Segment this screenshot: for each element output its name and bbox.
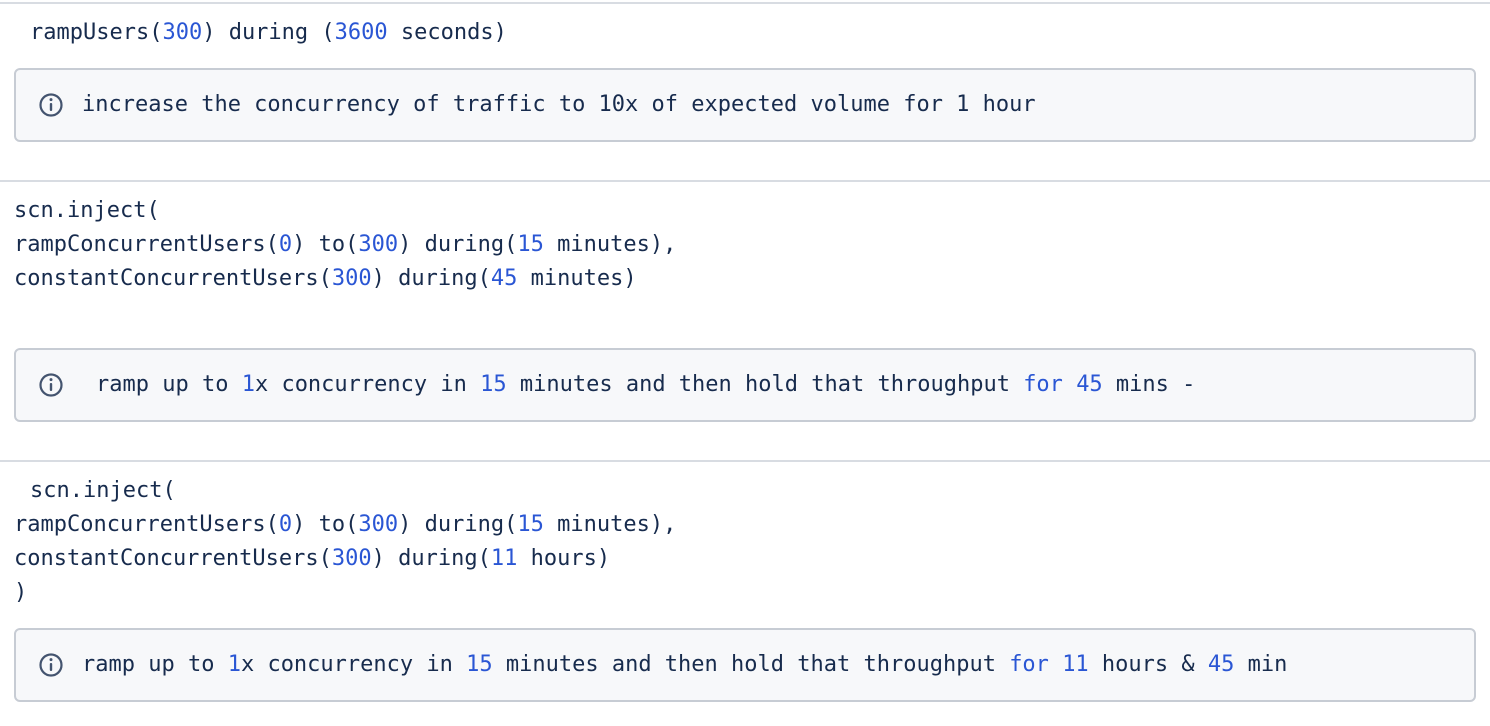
code-number: 15 [480, 372, 507, 397]
info-circle-icon [39, 653, 63, 677]
code-text: ramp up to [82, 652, 228, 677]
info-circle-icon [39, 93, 63, 117]
code-number: 300 [331, 546, 372, 571]
code-keyword: for [1009, 652, 1049, 677]
code-text: increase the concurrency of traffic to 1… [82, 92, 1036, 117]
code-text: ) during( [398, 512, 518, 537]
code-text: scn.inject( [30, 478, 176, 503]
code-text: ramp up to [96, 372, 242, 397]
code-block-2: scn.inject(rampConcurrentUsers(0) to(300… [14, 194, 676, 296]
code-number: 15 [517, 232, 544, 257]
info-circle-icon [39, 373, 63, 397]
code-text: minutes), [543, 512, 677, 537]
code-block-3: scn.inject(rampConcurrentUsers(0) to(300… [14, 474, 676, 610]
code-text: minutes and then hold that throughput [492, 652, 1010, 677]
code-number: 300 [162, 20, 203, 45]
code-number: 45 [1207, 652, 1235, 677]
code-number: 300 [358, 232, 399, 257]
code-text: minutes and then hold that throughput [506, 372, 1024, 397]
code-number: 45 [1076, 372, 1103, 397]
info-panel-1: increase the concurrency of traffic to 1… [14, 68, 1476, 142]
code-line: scn.inject( [14, 474, 676, 508]
code-number: 300 [331, 266, 372, 291]
code-number: 3600 [334, 20, 388, 45]
info-panel-text: ramp up to 1x concurrency in 15 minutes … [96, 370, 1195, 400]
code-number: 45 [490, 266, 518, 291]
top-divider [0, 2, 1490, 4]
code-number: 1 [227, 652, 241, 677]
code-line: constantConcurrentUsers(300) during(11 h… [14, 542, 676, 576]
section-divider [0, 460, 1490, 462]
code-text: x concurrency in [240, 652, 467, 677]
code-number: 1 [241, 372, 255, 397]
code-text: ) during( [371, 546, 491, 571]
code-line: rampConcurrentUsers(0) to(300) during(15… [14, 228, 676, 262]
code-number: 15 [466, 652, 493, 677]
section-divider [0, 180, 1490, 182]
code-number: 15 [517, 512, 544, 537]
code-text: constantConcurrentUsers( [14, 266, 332, 291]
info-panel-2: ramp up to 1x concurrency in 15 minutes … [14, 348, 1476, 422]
code-text: hours & [1088, 652, 1208, 677]
info-panel-text: increase the concurrency of traffic to 1… [82, 90, 1036, 120]
code-block-1: rampUsers(300) during (3600 seconds) [30, 16, 507, 50]
code-line: scn.inject( [14, 194, 676, 228]
code-text: ) during( [398, 232, 518, 257]
code-line: ) [14, 576, 676, 610]
code-text: ) during ( [202, 20, 335, 45]
code-text: scn.inject( [14, 198, 160, 223]
code-number: 0 [278, 232, 293, 257]
code-text: ) to( [292, 512, 359, 537]
code-text: x concurrency in [254, 372, 481, 397]
code-text: ) [14, 580, 28, 605]
code-text: seconds) [387, 20, 507, 45]
code-keyword: for [1023, 372, 1063, 397]
code-number: 300 [358, 512, 399, 537]
code-text: min [1234, 652, 1288, 677]
code-text: constantConcurrentUsers( [14, 546, 332, 571]
info-panel-3: ramp up to 1x concurrency in 15 minutes … [14, 628, 1476, 702]
code-text: ) during( [371, 266, 491, 291]
code-text: minutes) [517, 266, 637, 291]
code-text: rampUsers( [30, 20, 163, 45]
code-line: constantConcurrentUsers(300) during(45 m… [14, 262, 676, 296]
code-text: rampConcurrentUsers( [14, 512, 279, 537]
code-text: mins - [1102, 372, 1196, 397]
code-text: minutes), [543, 232, 677, 257]
code-text: rampConcurrentUsers( [14, 232, 279, 257]
code-number: 11 [1062, 652, 1089, 677]
code-text: ) to( [292, 232, 359, 257]
code-line: rampUsers(300) during (3600 seconds) [30, 16, 507, 50]
info-panel-text: ramp up to 1x concurrency in 15 minutes … [82, 650, 1287, 680]
code-number: 0 [278, 512, 293, 537]
code-text: hours) [517, 546, 611, 571]
code-line: rampConcurrentUsers(0) to(300) during(15… [14, 508, 676, 542]
code-number: 11 [490, 546, 518, 571]
